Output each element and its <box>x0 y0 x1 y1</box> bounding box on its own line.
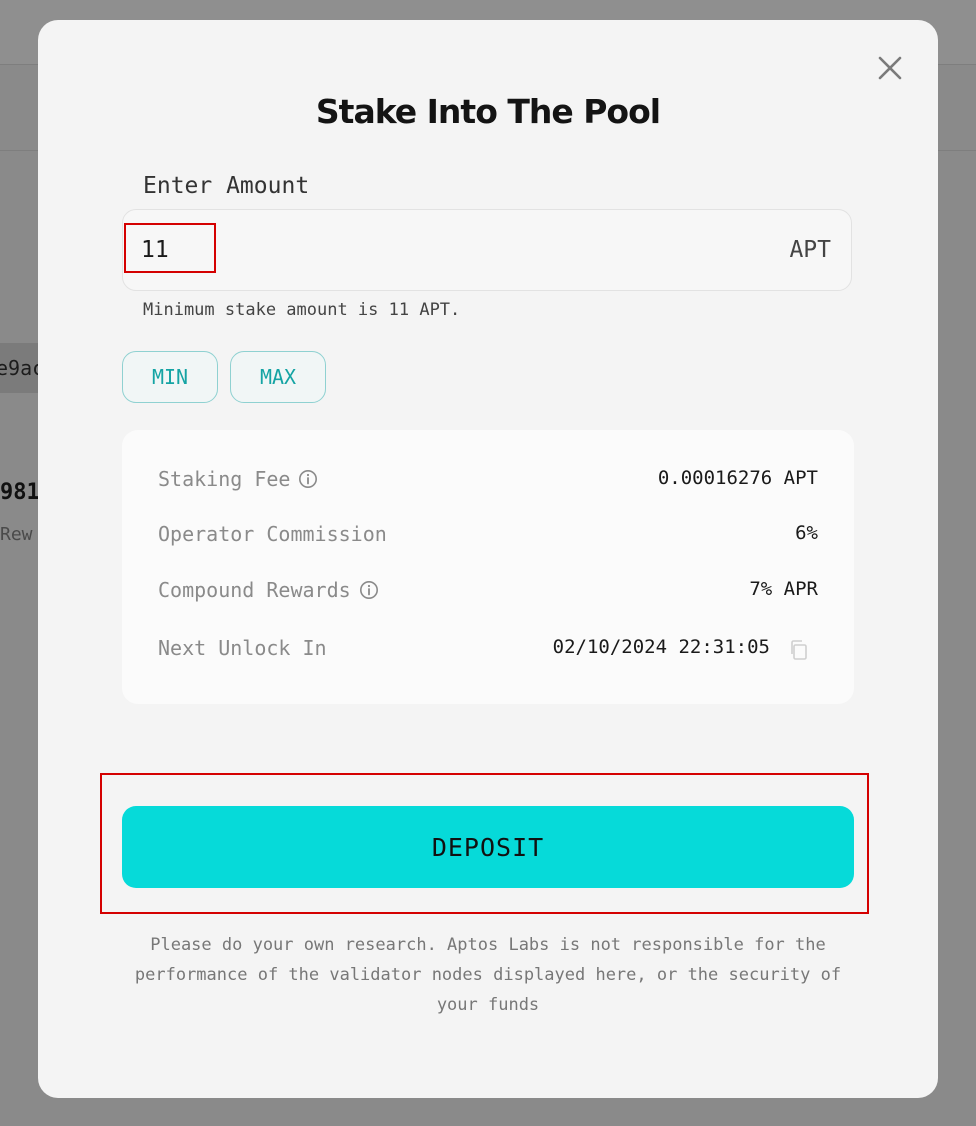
detail-label: Operator Commission <box>158 522 387 546</box>
detail-value: 7% APR <box>749 578 818 600</box>
detail-row-next-unlock: Next Unlock In 02/10/2024 22:31:05 <box>158 636 818 666</box>
detail-label: Staking Fee <box>158 467 291 491</box>
close-button[interactable] <box>874 52 906 84</box>
min-button[interactable]: MIN <box>122 351 218 403</box>
detail-value: 0.00016276 APT <box>657 467 818 489</box>
background-number: 981 <box>0 480 40 505</box>
detail-label: Next Unlock In <box>158 636 327 660</box>
amount-input[interactable] <box>141 230 441 270</box>
stake-details-card: Staking Fee 0.00016276 APT Operator Comm… <box>122 430 854 704</box>
detail-row-staking-fee: Staking Fee 0.00016276 APT <box>158 467 818 497</box>
detail-label: Compound Rewards <box>158 578 351 602</box>
detail-value: 02/10/2024 22:31:05 <box>552 636 770 658</box>
stake-modal: Stake Into The Pool Enter Amount APT Min… <box>38 20 938 1098</box>
minimum-stake-note: Minimum stake amount is 11 APT. <box>143 300 461 320</box>
amount-unit: APT <box>789 237 831 263</box>
disclaimer-text: Please do your own research. Aptos Labs … <box>134 935 842 1015</box>
detail-row-operator-commission: Operator Commission 6% <box>158 522 818 552</box>
modal-title: Stake Into The Pool <box>315 92 661 131</box>
amount-label: Enter Amount <box>143 173 310 199</box>
detail-value: 6% <box>795 522 818 544</box>
background-label: Rew <box>0 524 33 545</box>
deposit-button[interactable]: DEPOSIT <box>122 806 854 888</box>
max-button[interactable]: MAX <box>230 351 326 403</box>
close-icon <box>874 52 906 84</box>
info-icon[interactable] <box>298 469 318 489</box>
info-icon[interactable] <box>359 580 379 600</box>
copy-icon[interactable] <box>788 639 810 661</box>
detail-row-compound-rewards: Compound Rewards 7% APR <box>158 578 818 608</box>
background-address-chip: e9ac <box>0 343 40 393</box>
amount-field: APT <box>122 209 852 291</box>
